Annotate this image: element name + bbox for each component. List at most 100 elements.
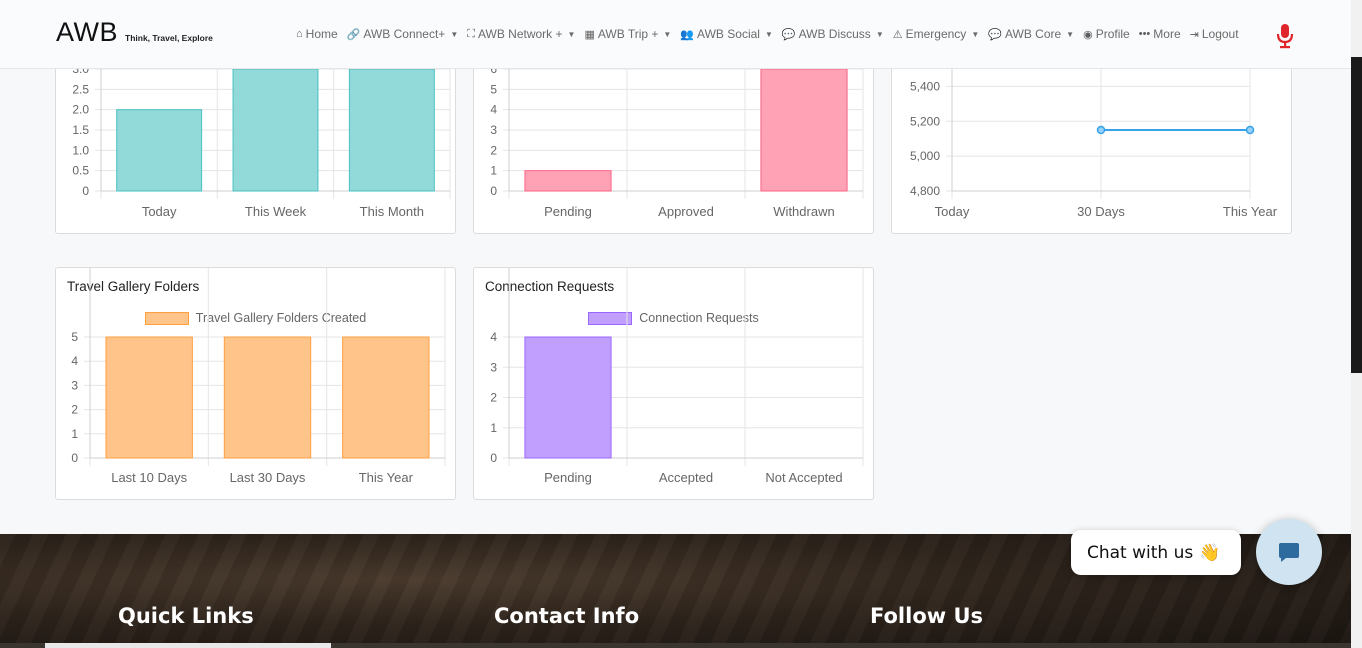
- nav-item-label: AWB Network +: [477, 27, 563, 41]
- data-point: [1096, 125, 1106, 135]
- bar-last-10-days: [105, 336, 193, 459]
- chart-card-2: 6 5 4 3 2 1 0 Pending Approved Withdrawn: [473, 40, 874, 234]
- bar-withdrawn: [760, 68, 848, 192]
- y-tick-label: 4: [490, 103, 497, 117]
- bar-this-year: [342, 336, 430, 459]
- x-tick-label: Today: [142, 204, 177, 219]
- footer-contact-info-heading: Contact Info: [494, 604, 640, 628]
- brand-tagline: Think, Travel, Explore: [125, 33, 213, 43]
- nav-item-label: AWB Trip +: [597, 27, 659, 41]
- nav-item-profile[interactable]: ◉ Profile: [1083, 27, 1130, 41]
- nav-item-awb-connect[interactable]: 🔗 AWB Connect+ ▼: [347, 27, 459, 41]
- chart-3: 5,400 5,200 5,000 4,800 Today 30 Days This Yea…: [910, 41, 1278, 219]
- y-tick-label: 1: [490, 421, 497, 435]
- bar-last-30-days: [223, 336, 312, 459]
- nav-item-label: AWB Social: [697, 27, 760, 41]
- y-tick-label: 2.5: [72, 82, 89, 96]
- x-tick-label: This Year: [359, 470, 414, 485]
- brand-name: AWB: [56, 17, 118, 47]
- main-menu: ⌂ Home 🔗 AWB Connect+ ▼ ⛶ AWB Network + ▼ ▦ AWB T…: [296, 27, 1248, 41]
- y-tick-label: 5,200: [910, 114, 940, 128]
- x-tick-label: Accepted: [659, 470, 713, 485]
- scrollbar-thumb[interactable]: [1351, 57, 1362, 373]
- caret-down-icon: ▼: [663, 29, 672, 39]
- nav-item-awb-discuss[interactable]: 💬 AWB Discuss ▼: [782, 27, 884, 41]
- y-tick-label: 0.5: [72, 164, 89, 178]
- y-tick-label: 5,000: [910, 149, 940, 163]
- caret-down-icon: ▼: [450, 29, 459, 39]
- footer-strip: [0, 643, 1351, 648]
- x-tick-label: Last 30 Days: [230, 470, 306, 485]
- y-tick-label: 4,800: [910, 184, 940, 198]
- map-icon: ▦: [584, 28, 595, 41]
- x-tick-label: Today: [935, 204, 970, 219]
- home-icon: ⌂: [296, 28, 303, 40]
- caret-down-icon: ▼: [1066, 29, 1075, 39]
- x-tick-label: This Year: [1223, 204, 1278, 219]
- chat-label: Chat with us: [1087, 542, 1194, 563]
- bar-pending: [524, 170, 612, 192]
- nav-item-emergency[interactable]: ⚠ Emergency ▼: [893, 27, 980, 41]
- y-tick-label: 2: [71, 403, 78, 417]
- connection-requests-chart: 4 3 2 1 0 Pending Accepted Not Accepted: [490, 268, 864, 485]
- nav-item-label: AWB Core: [1004, 27, 1062, 41]
- chart-card-1: 3.0 2.5 2.0 1.5 1.0 0.5 0 Today This Week This Mo…: [55, 40, 456, 234]
- x-tick-label: Not Accepted: [765, 470, 842, 485]
- chat-launcher-button[interactable]: [1256, 519, 1322, 585]
- caret-down-icon: ▼: [764, 29, 773, 39]
- nav-item-logout[interactable]: ⇥ Logout: [1190, 27, 1239, 41]
- data-point: [1245, 125, 1255, 135]
- nav-item-awb-social[interactable]: 👥 AWB Social ▼: [680, 27, 773, 41]
- y-tick-label: 2.0: [72, 103, 89, 117]
- y-tick-label: 1: [71, 427, 78, 441]
- y-tick-label: 1.5: [72, 123, 89, 137]
- nav-item-home[interactable]: ⌂ Home: [296, 27, 338, 41]
- nav-item-label: More: [1153, 27, 1181, 41]
- chat-with-us-bubble[interactable]: Chat with us 👋: [1071, 530, 1241, 575]
- chart-2: 6543210Pending Approved Withdrawn: [490, 41, 864, 219]
- y-tick-label: 2: [490, 143, 497, 157]
- users-icon: 👥: [680, 28, 695, 41]
- comments-icon: 💬: [781, 28, 796, 41]
- footer-quick-links-heading: Quick Links: [118, 604, 254, 628]
- y-tick-label: 0: [490, 451, 497, 465]
- sign-out-icon: ⇥: [1189, 28, 1199, 41]
- nav-item-more[interactable]: ••• More: [1139, 27, 1181, 41]
- user-circle-icon: ◉: [1083, 28, 1093, 41]
- nav-item-awb-network[interactable]: ⛶ AWB Network + ▼: [467, 27, 575, 41]
- nav-item-awb-trip[interactable]: ▦ AWB Trip + ▼: [584, 27, 671, 41]
- chart-1: 3.02.52.01.51.00.50Today This Week This Mo…: [72, 41, 451, 219]
- microphone-icon[interactable]: [1276, 23, 1294, 49]
- bar-this-week: [232, 68, 319, 192]
- ellipsis-icon: •••: [1138, 28, 1151, 40]
- caret-down-icon: ▼: [971, 29, 980, 39]
- warning-icon: ⚠: [892, 28, 903, 41]
- caret-down-icon: ▼: [567, 29, 576, 39]
- x-tick-label: Pending: [544, 204, 592, 219]
- y-tick-label: 4: [71, 354, 78, 368]
- chat-icon: [1279, 543, 1299, 562]
- y-tick-label: 5: [490, 82, 497, 96]
- x-tick-label: Last 10 Days: [111, 470, 187, 485]
- travel-gallery-chart: 5 4 3 2 1 0 Last 10 Days Last 30 Days This Year: [71, 268, 446, 485]
- y-tick-label: 5: [71, 330, 78, 344]
- y-tick-label: 3: [490, 123, 497, 137]
- nav-item-label: Profile: [1095, 27, 1130, 41]
- y-tick-label: 3: [71, 378, 78, 392]
- x-tick-label: Approved: [658, 204, 714, 219]
- x-tick-label: This Week: [245, 204, 307, 219]
- nav-item-label: Home: [305, 27, 338, 41]
- x-tick-label: This Month: [360, 204, 424, 219]
- sitemap-icon: ⛶: [467, 27, 475, 40]
- x-tick-label: Pending: [544, 470, 592, 485]
- top-navbar: AWB Think, Travel, Explore ⌂ Home 🔗 AWB Con…: [0, 0, 1351, 69]
- y-tick-label: 0: [490, 184, 497, 198]
- y-tick-label: 5,400: [910, 79, 940, 93]
- y-tick-label: 3: [490, 360, 497, 374]
- brand-logo[interactable]: AWB Think, Travel, Explore: [56, 17, 213, 48]
- y-tick-label: 1: [490, 164, 497, 178]
- footer-follow-us-heading: Follow Us: [870, 604, 984, 628]
- nav-item-awb-core[interactable]: 💬 AWB Core ▼: [988, 27, 1074, 41]
- y-tick-label: 4: [490, 330, 497, 344]
- nav-item-label: AWB Discuss: [798, 27, 871, 41]
